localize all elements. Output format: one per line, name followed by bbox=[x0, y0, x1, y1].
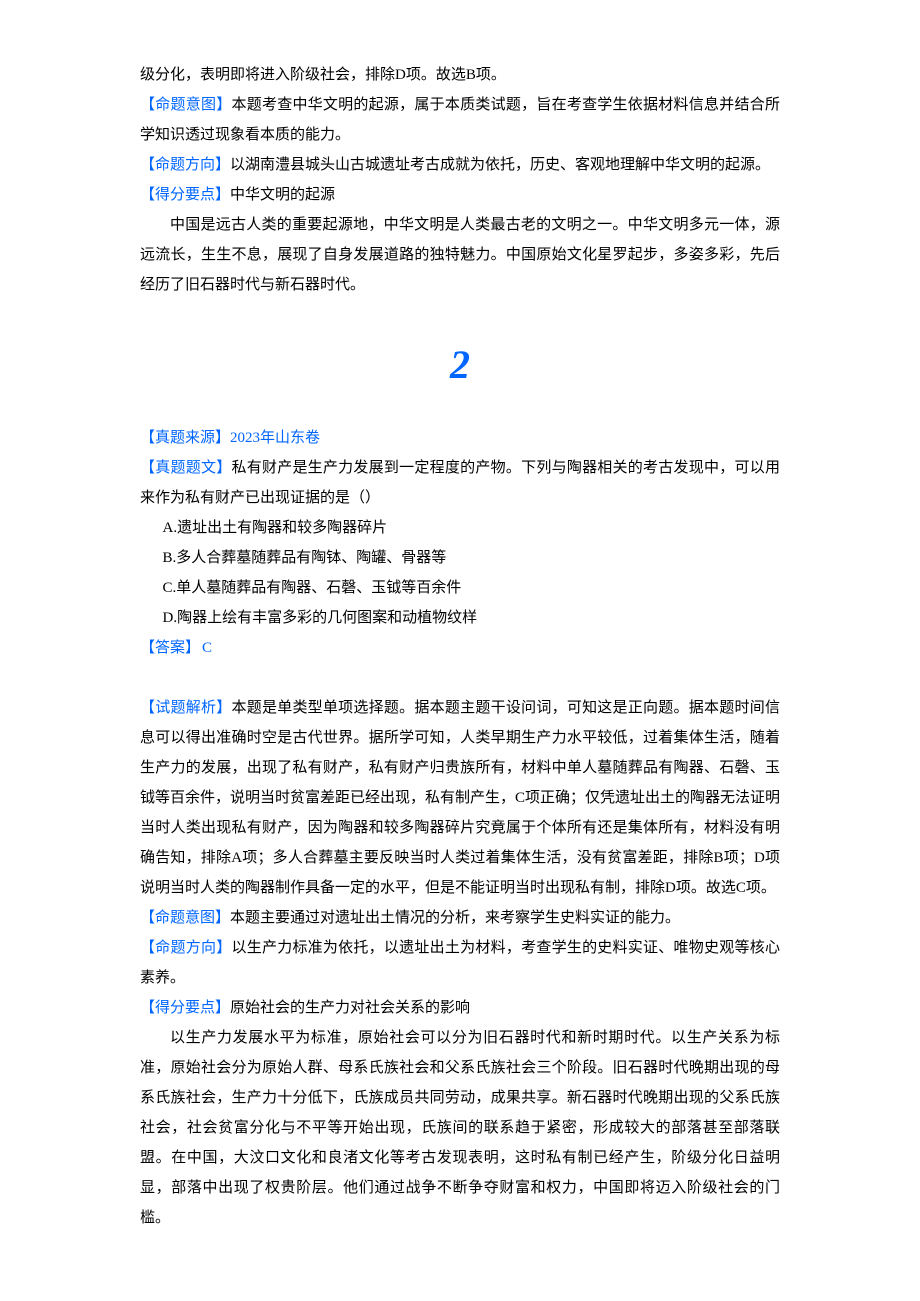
intent-text: 本题主要通过对遗址出土情况的分析，来考察学生史料实证的能力。 bbox=[230, 910, 680, 926]
q1-direction: 【命题方向】以湖南澧县城头山古城遗址考古成就为依托，历史、客观地理解中华文明的起… bbox=[140, 150, 780, 180]
analysis-label: 【试题解析】 bbox=[140, 700, 231, 716]
q1-points-line: 【得分要点】中华文明的起源 bbox=[140, 180, 780, 210]
option-a: A.遗址出土有陶器和较多陶器碎片 bbox=[163, 513, 781, 543]
answer-label: 【答案】 bbox=[140, 640, 200, 656]
option-b: B.多人合葬墓随葬品有陶钵、陶罐、骨器等 bbox=[163, 543, 781, 573]
direction-label: 【命题方向】 bbox=[140, 157, 230, 173]
q2-points-line: 【得分要点】原始社会的生产力对社会关系的影响 bbox=[140, 993, 780, 1023]
intent-text: 本题考查中华文明的起源，属于本质类试题，旨在考查学生依据材料信息并结合所学知识透… bbox=[140, 97, 780, 143]
direction-text: 以湖南澧县城头山古城遗址考古成就为依托，历史、客观地理解中华文明的起源。 bbox=[230, 157, 770, 173]
document-page: 级分化，表明即将进入阶级社会，排除D项。故选B项。 【命题意图】本题考查中华文明… bbox=[70, 0, 850, 1293]
analysis-text: 本题是单类型单项选择题。据本题主题干设问词，可知这是正向题。据本题时间信息可以得… bbox=[140, 700, 780, 896]
question-number-separator: 2 bbox=[140, 325, 780, 405]
stem-text: 私有财产是生产力发展到一定程度的产物。下列与陶器相关的考古发现中，可以用来作为私… bbox=[140, 460, 780, 506]
q2-points-body: 以生产力发展水平为标准，原始社会可以分为旧石器时代和新时期时代。以生产关系为标准… bbox=[140, 1023, 780, 1233]
points-label: 【得分要点】 bbox=[140, 187, 230, 203]
points-label: 【得分要点】 bbox=[140, 1000, 230, 1016]
q2-analysis: 【试题解析】本题是单类型单项选择题。据本题主题干设问词，可知这是正向题。据本题时… bbox=[140, 693, 780, 903]
points-title: 中华文明的起源 bbox=[230, 187, 335, 203]
intent-label: 【命题意图】 bbox=[140, 910, 230, 926]
stem-label: 【真题题文】 bbox=[140, 460, 231, 476]
spacer bbox=[140, 663, 780, 693]
points-title: 原始社会的生产力对社会关系的影响 bbox=[230, 1000, 470, 1016]
option-d: D.陶器上绘有丰富多彩的几何图案和动植物纹样 bbox=[163, 603, 781, 633]
q1-analysis-continued: 级分化，表明即将进入阶级社会，排除D项。故选B项。 bbox=[140, 60, 780, 90]
source-label: 【真题来源】 bbox=[140, 430, 230, 446]
q1-intent: 【命题意图】本题考查中华文明的起源，属于本质类试题，旨在考查学生依据材料信息并结… bbox=[140, 90, 780, 150]
intent-label: 【命题意图】 bbox=[140, 97, 231, 113]
q2-stem: 【真题题文】私有财产是生产力发展到一定程度的产物。下列与陶器相关的考古发现中，可… bbox=[140, 453, 780, 513]
direction-label: 【命题方向】 bbox=[140, 940, 231, 956]
q2-direction: 【命题方向】以生产力标准为依托，以遗址出土为材料，考查学生的史料实证、唯物史观等… bbox=[140, 933, 780, 993]
q2-answer: 【答案】C bbox=[140, 633, 780, 663]
answer-text: C bbox=[202, 640, 212, 656]
q2-intent: 【命题意图】本题主要通过对遗址出土情况的分析，来考察学生史料实证的能力。 bbox=[140, 903, 780, 933]
q1-points-body: 中国是远古人类的重要起源地，中华文明是人类最古老的文明之一。中华文明多元一体，源… bbox=[140, 210, 780, 300]
q2-source: 【真题来源】2023年山东卷 bbox=[140, 423, 780, 453]
source-text: 2023年山东卷 bbox=[230, 430, 320, 446]
direction-text: 以生产力标准为依托，以遗址出土为材料，考查学生的史料实证、唯物史观等核心素养。 bbox=[140, 940, 780, 986]
option-c: C.单人墓随葬品有陶器、石磬、玉钺等百余件 bbox=[163, 573, 781, 603]
